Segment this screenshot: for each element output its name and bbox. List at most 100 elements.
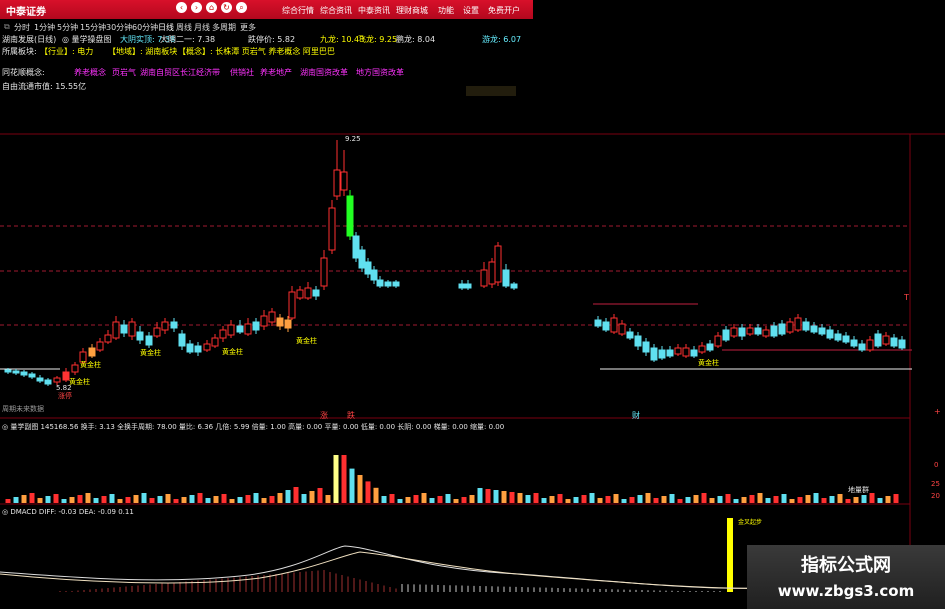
candle-body xyxy=(4,369,12,373)
gold-pillar-tag: 黄金柱 xyxy=(296,337,317,345)
candle-body xyxy=(120,324,128,334)
candle-body xyxy=(834,333,842,341)
volume-bar xyxy=(269,496,275,503)
volume-bar xyxy=(285,490,291,503)
volume-bar xyxy=(797,497,803,503)
candle-body xyxy=(186,343,194,353)
candle-body xyxy=(858,343,866,351)
volume-bar xyxy=(461,497,467,503)
volume-bar xyxy=(101,496,107,503)
volume-bar xyxy=(181,497,187,503)
candle-body xyxy=(112,321,120,339)
candle-body xyxy=(674,347,682,355)
volume-bar xyxy=(357,475,363,503)
volume-bar xyxy=(869,493,875,503)
watermark: 指标公式网 www.zbgs3.com xyxy=(747,545,945,609)
volume-bar xyxy=(133,495,139,503)
volume-bar xyxy=(389,494,395,503)
volume-bar xyxy=(317,488,323,503)
volume-bar xyxy=(261,498,267,503)
candle-body xyxy=(28,373,36,378)
candle-body xyxy=(722,329,730,341)
candle-body xyxy=(494,245,502,283)
volume-bar xyxy=(341,455,347,503)
candle-body xyxy=(44,379,52,385)
volume-bar xyxy=(469,495,475,503)
volume-bar xyxy=(333,455,339,503)
volume-bar xyxy=(613,494,619,503)
blurred-label xyxy=(466,86,516,96)
volume-bar xyxy=(85,493,91,503)
volume-bar xyxy=(93,498,99,503)
volume-bar xyxy=(669,494,675,503)
volume-bar xyxy=(677,499,683,503)
volume-bar xyxy=(565,499,571,503)
volume-bar xyxy=(477,488,483,503)
volume-bar xyxy=(29,493,35,503)
volume-bar xyxy=(653,498,659,503)
volume-bar xyxy=(765,498,771,503)
candle-body xyxy=(276,317,284,327)
candle-body xyxy=(650,347,658,361)
candle-body xyxy=(778,323,786,335)
candle-body xyxy=(260,315,268,327)
candle-body xyxy=(464,283,472,289)
volume-bar xyxy=(229,499,235,503)
volume-bar xyxy=(61,499,67,503)
candle-body xyxy=(128,321,136,337)
volume-bar xyxy=(445,494,451,503)
axis-mark: 0 xyxy=(934,461,939,469)
candle-body xyxy=(602,321,610,331)
volume-bar xyxy=(541,498,547,503)
volume-bar xyxy=(813,493,819,503)
volume-bar xyxy=(197,493,203,503)
axis-mark: + xyxy=(934,407,941,416)
volume-bar xyxy=(277,493,283,503)
volume-bar xyxy=(821,498,827,503)
volume-bar xyxy=(381,496,387,503)
candle-body xyxy=(20,371,28,376)
candle-body xyxy=(754,327,762,335)
volume-bar xyxy=(349,468,355,503)
volume-bar xyxy=(629,497,635,503)
volume-bar xyxy=(501,491,507,503)
volume-bar xyxy=(437,496,443,503)
volume-bar xyxy=(709,498,715,503)
volume-bar xyxy=(21,495,27,503)
volume-bar xyxy=(805,495,811,503)
candle-body xyxy=(12,370,20,374)
volume-bar xyxy=(325,495,331,503)
volume-bar xyxy=(453,499,459,503)
candle-body xyxy=(762,329,770,337)
volume-bar xyxy=(661,496,667,503)
candle-body xyxy=(480,269,488,287)
volume-bar xyxy=(77,495,83,503)
volume-bar xyxy=(853,497,859,503)
candle-body xyxy=(358,249,366,269)
volume-bar xyxy=(109,494,115,503)
candle-body xyxy=(320,257,328,287)
candle-body xyxy=(458,283,466,289)
volume-bar xyxy=(717,496,723,503)
volume-bar xyxy=(117,499,123,503)
volume-bar xyxy=(157,496,163,503)
candle-body xyxy=(898,339,906,349)
candle-body xyxy=(502,269,510,287)
volume-bar xyxy=(645,493,651,503)
candle-body xyxy=(810,325,818,333)
candle-body xyxy=(706,343,714,351)
volume-bar xyxy=(125,497,131,503)
volume-bar xyxy=(573,497,579,503)
tag-up: 涨 xyxy=(320,411,328,420)
candle-body xyxy=(71,364,79,373)
candle-body xyxy=(296,289,304,299)
volume-bar xyxy=(141,493,147,503)
macd-header: ◎ DMACD DIFF: -0.03 DEA: -0.09 0.11 xyxy=(2,508,134,516)
gold-pillar-tag: 黄金柱 xyxy=(140,349,161,357)
high-price-label: 9.25 xyxy=(345,135,361,143)
candle-body xyxy=(658,349,666,359)
candle-body xyxy=(618,323,626,335)
candle-body xyxy=(227,324,235,336)
tag-down: 跌 xyxy=(347,411,355,420)
kline-chart[interactable] xyxy=(0,0,945,609)
